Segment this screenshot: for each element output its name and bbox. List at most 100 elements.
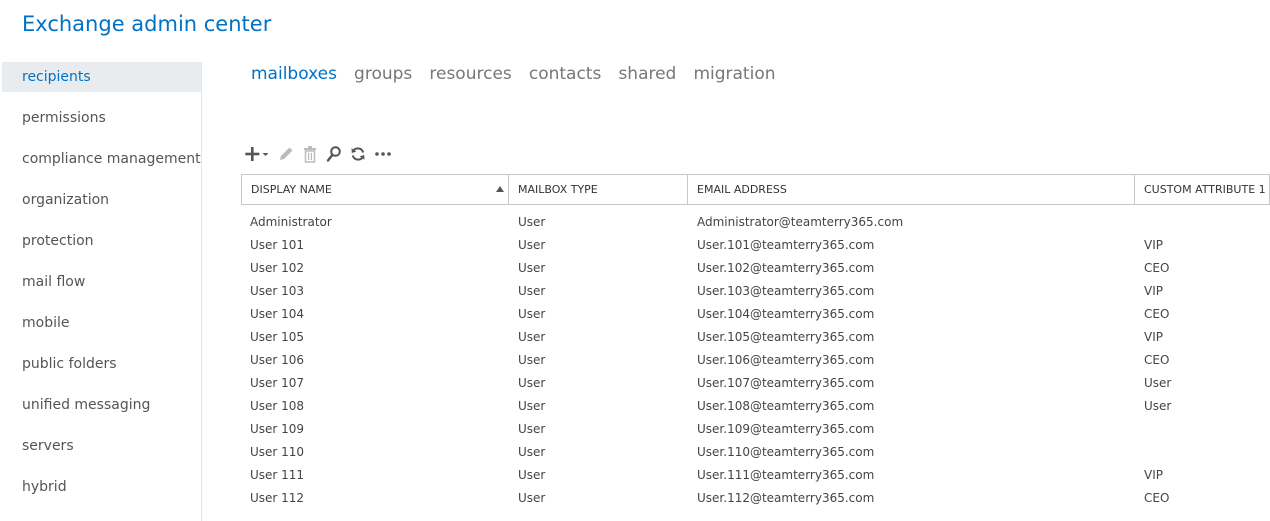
column-label: EMAIL ADDRESS (697, 183, 787, 196)
cell-custom-attribute-1: VIP (1144, 238, 1163, 252)
cell-email-address: Administrator@teamterry365.com (697, 215, 904, 229)
table-body: Administrator User Administrator@teamterry… (241, 205, 1270, 510)
cell-display-name: User 108 (250, 399, 305, 413)
table-row[interactable]: Administrator User Administrator@teamterry… (241, 211, 1270, 234)
cell-display-name: User 105 (250, 330, 305, 344)
cell-email-address: User.108@teamterry365.com (697, 399, 875, 413)
table-row[interactable]: User 112 User User.112@teamterry365.com CEO (241, 487, 1270, 510)
cell-custom-attribute-1 (1135, 441, 1270, 464)
sort-ascending-icon (496, 186, 504, 192)
cell-mailbox-type: User (518, 445, 546, 459)
sidebar-item-compliance-management[interactable]: compliance management (0, 144, 201, 185)
table-row[interactable]: User 111 User User.111@teamterry365.com VIP (241, 464, 1270, 487)
refresh-button[interactable] (349, 143, 367, 165)
cell-custom-attribute-1 (1135, 418, 1270, 441)
cell-email-address: User.105@teamterry365.com (697, 330, 875, 344)
tab-shared[interactable]: shared (618, 64, 676, 84)
cell-mailbox-type: User (518, 491, 546, 505)
cell-custom-attribute-1: VIP (1144, 468, 1163, 482)
delete-icon (304, 146, 316, 163)
cell-mailbox-type: User (518, 468, 546, 482)
cell-display-name: User 103 (250, 284, 305, 298)
sidebar-item-mobile[interactable]: mobile (0, 308, 201, 349)
table-row[interactable]: User 108 User User.108@teamterry365.com Use… (241, 395, 1270, 418)
cell-mailbox-type: User (518, 422, 546, 436)
cell-custom-attribute-1: CEO (1144, 353, 1170, 367)
column-label: MAILBOX TYPE (518, 183, 598, 196)
sidebar-item-unified-messaging[interactable]: unified messaging (0, 390, 201, 431)
cell-email-address: User.111@teamterry365.com (697, 468, 875, 482)
more-button[interactable] (373, 143, 393, 165)
cell-mailbox-type: User (518, 330, 546, 344)
more-icon (375, 152, 391, 156)
mailbox-table: DISPLAY NAME MAILBOX TYPE EMAIL ADDRESS … (241, 174, 1270, 510)
tab-migration[interactable]: migration (693, 64, 775, 84)
cell-display-name: User 109 (250, 422, 305, 436)
table-row[interactable]: User 109 User User.109@teamterry365.com (241, 418, 1270, 441)
cell-email-address: User.102@teamterry365.com (697, 261, 875, 275)
table-row[interactable]: User 110 User User.110@teamterry365.com (241, 441, 1270, 464)
sidebar-item-servers[interactable]: servers (0, 431, 201, 472)
cell-custom-attribute-1 (1135, 211, 1270, 234)
cell-email-address: User.112@teamterry365.com (697, 491, 875, 505)
cell-email-address: User.103@teamterry365.com (697, 284, 875, 298)
table-row[interactable]: User 102 User User.102@teamterry365.com CEO (241, 257, 1270, 280)
tab-mailboxes[interactable]: mailboxes (251, 64, 337, 84)
cell-display-name: User 111 (250, 468, 305, 482)
column-header-display-name[interactable]: DISPLAY NAME (241, 175, 509, 204)
table-row[interactable]: User 103 User User.103@teamterry365.com VIP (241, 280, 1270, 303)
tab-resources[interactable]: resources (429, 64, 511, 84)
sidebar-item-mail-flow[interactable]: mail flow (0, 267, 201, 308)
column-label: CUSTOM ATTRIBUTE 1 (1144, 183, 1266, 196)
sidebar-item-public-folders[interactable]: public folders (0, 349, 201, 390)
table-row[interactable]: User 104 User User.104@teamterry365.com CEO (241, 303, 1270, 326)
cell-custom-attribute-1: User (1144, 376, 1172, 390)
cell-email-address: User.107@teamterry365.com (697, 376, 875, 390)
table-row[interactable]: User 106 User User.106@teamterry365.com CEO (241, 349, 1270, 372)
cell-mailbox-type: User (518, 307, 546, 321)
add-icon (245, 147, 269, 161)
table-row[interactable]: User 107 User User.107@teamterry365.com Use… (241, 372, 1270, 395)
cell-mailbox-type: User (518, 238, 546, 252)
sidebar-item-hybrid[interactable]: hybrid (0, 472, 201, 513)
cell-mailbox-type: User (518, 215, 546, 229)
recipient-tabs: mailboxes groups resources contacts shar… (251, 64, 788, 92)
cell-custom-attribute-1: VIP (1144, 284, 1163, 298)
tab-groups[interactable]: groups (354, 64, 412, 84)
cell-display-name: User 112 (250, 491, 305, 505)
sidebar-item-organization[interactable]: organization (0, 185, 201, 226)
add-button[interactable] (245, 143, 271, 165)
cell-email-address: User.106@teamterry365.com (697, 353, 875, 367)
sidebar-item-protection[interactable]: protection (0, 226, 201, 267)
search-button[interactable] (325, 143, 343, 165)
cell-email-address: User.109@teamterry365.com (697, 422, 875, 436)
cell-mailbox-type: User (518, 261, 546, 275)
edit-icon (280, 147, 293, 160)
delete-button[interactable] (301, 143, 319, 165)
cell-custom-attribute-1: VIP (1144, 330, 1163, 344)
sidebar-item-recipients[interactable]: recipients (2, 62, 201, 92)
cell-custom-attribute-1: CEO (1144, 261, 1170, 275)
cell-mailbox-type: User (518, 353, 546, 367)
sidebar-item-permissions[interactable]: permissions (0, 103, 201, 144)
sidebar-nav: recipients permissions compliance manage… (0, 62, 202, 521)
app-title: Exchange admin center (22, 12, 272, 36)
cell-custom-attribute-1: User (1144, 399, 1172, 413)
cell-custom-attribute-1: CEO (1144, 491, 1170, 505)
column-label: DISPLAY NAME (251, 183, 332, 196)
toolbar (245, 143, 399, 165)
cell-custom-attribute-1: CEO (1144, 307, 1170, 321)
cell-display-name: User 110 (250, 445, 305, 459)
column-header-custom-attribute-1[interactable]: CUSTOM ATTRIBUTE 1 (1135, 175, 1270, 204)
tab-contacts[interactable]: contacts (529, 64, 601, 84)
column-header-email-address[interactable]: EMAIL ADDRESS (688, 175, 1135, 204)
chevron-down-icon (262, 153, 269, 156)
cell-mailbox-type: User (518, 284, 546, 298)
table-row[interactable]: User 105 User User.105@teamterry365.com VIP (241, 326, 1270, 349)
cell-display-name: User 101 (250, 238, 305, 252)
table-header: DISPLAY NAME MAILBOX TYPE EMAIL ADDRESS … (241, 174, 1270, 205)
table-row[interactable]: User 101 User User.101@teamterry365.com VIP (241, 234, 1270, 257)
cell-display-name: User 106 (250, 353, 305, 367)
edit-button[interactable] (277, 143, 295, 165)
column-header-mailbox-type[interactable]: MAILBOX TYPE (509, 175, 688, 204)
